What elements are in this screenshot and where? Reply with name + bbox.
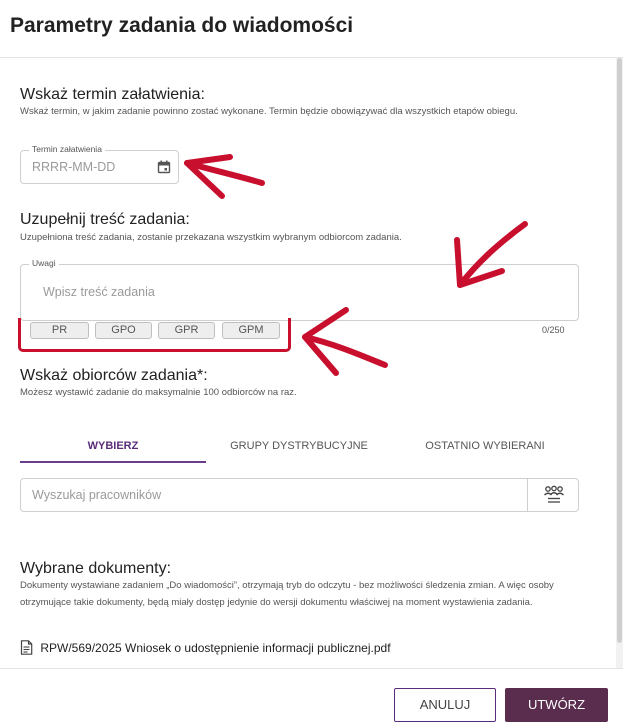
document-list-item: RPW/569/2025 Wniosek o udostępnienie inf… xyxy=(20,640,391,655)
content-section-title: Uzupełnij treść zadania: xyxy=(20,211,190,228)
content-section-description: Uzupełniona treść zadania, zostanie prze… xyxy=(20,232,402,243)
annotation-arrow-date xyxy=(184,160,265,186)
documents-section-title: Wybrane dokumenty: xyxy=(20,560,172,577)
active-tab-indicator xyxy=(20,461,206,463)
scrollbar[interactable] xyxy=(616,58,623,668)
task-content-textarea[interactable]: Uwagi Wpisz treść zadania xyxy=(20,258,579,321)
scrollbar-thumb[interactable] xyxy=(617,58,622,643)
deadline-section-description: Wskaż termin, w jakim zadanie powinno zo… xyxy=(20,106,518,117)
annotation-highlight-box xyxy=(18,318,291,352)
recipients-section-description: Możesz wystawić zadanie do maksymalnie 1… xyxy=(20,387,297,398)
document-icon xyxy=(20,640,40,655)
deadline-field-label: Termin załatwienia xyxy=(29,144,105,154)
task-parameters-dialog: Parametry zadania do wiadomości Wskaż te… xyxy=(0,0,623,728)
cancel-button[interactable]: ANULUJ xyxy=(394,688,496,722)
create-button[interactable]: UTWÓRZ xyxy=(505,688,608,722)
dialog-title: Parametry zadania do wiadomości xyxy=(10,14,354,37)
dialog-header: Parametry zadania do wiadomości xyxy=(0,0,623,58)
calendar-icon[interactable] xyxy=(157,160,171,179)
dialog-footer: ANULUJ UTWÓRZ xyxy=(0,668,623,728)
people-list-button[interactable] xyxy=(527,478,579,512)
content-field-label: Uwagi xyxy=(29,258,59,268)
documents-section-description: Dokumenty wystawiane zadaniem „Do wiadom… xyxy=(20,580,554,608)
employee-search-placeholder[interactable]: Wyszukaj pracowników xyxy=(32,488,161,502)
deadline-section-title: Wskaż termin załatwienia: xyxy=(20,86,205,103)
tab-ostatnio-wybierani[interactable]: OSTATNIO WYBIERANI xyxy=(392,440,578,452)
recipients-section-title: Wskaż obiorców zadania*: xyxy=(20,367,208,384)
document-name: RPW/569/2025 Wniosek o udostępnienie inf… xyxy=(40,641,391,655)
character-counter: 0/250 xyxy=(542,325,565,335)
tab-wybierz[interactable]: WYBIERZ xyxy=(20,440,206,452)
people-list-icon[interactable] xyxy=(543,485,565,510)
annotation-arrow-chips xyxy=(302,334,388,368)
deadline-date-field[interactable]: Termin załatwienia RRRR-MM-DD xyxy=(20,144,179,184)
employee-search-field[interactable]: Wyszukaj pracowników xyxy=(20,478,579,512)
content-textarea-placeholder[interactable]: Wpisz treść zadania xyxy=(43,285,155,299)
tab-grupy-dystrybucyjne[interactable]: GRUPY DYSTRYBUCYJNE xyxy=(206,440,392,452)
deadline-input-placeholder[interactable]: RRRR-MM-DD xyxy=(32,160,115,174)
